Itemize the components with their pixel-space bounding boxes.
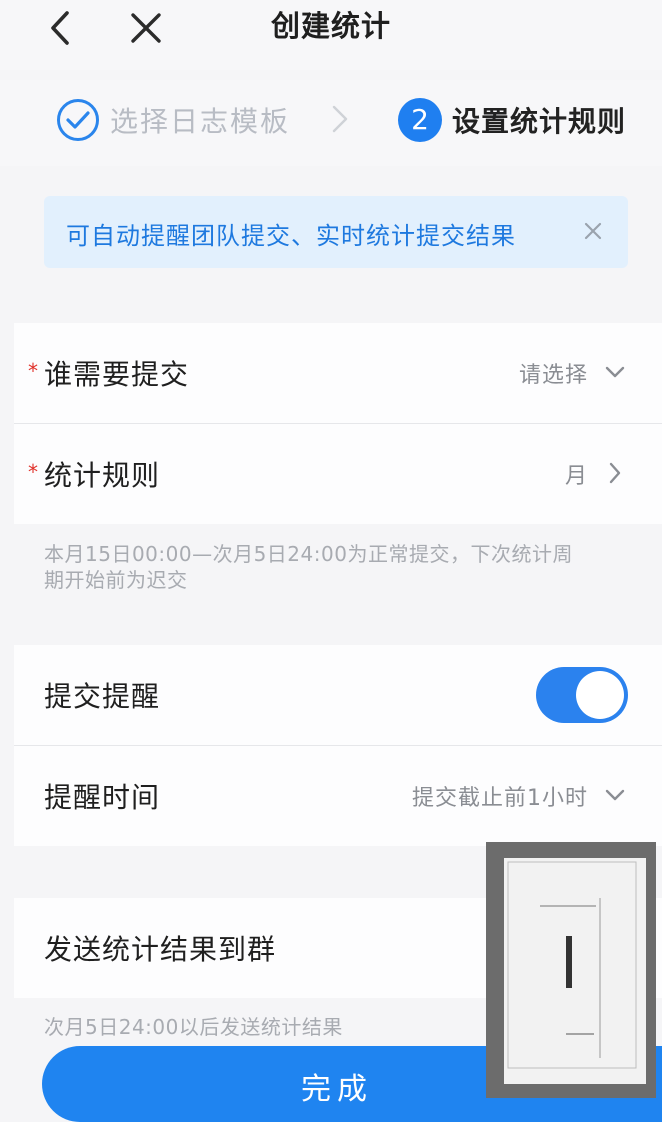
- reminder-toggle[interactable]: [536, 667, 628, 723]
- reminder-time-value: 提交截止前1小时: [412, 786, 588, 811]
- thumbnail-preview: [504, 858, 646, 1084]
- send-note: 次月5日24:00以后发送统计结果: [44, 1015, 343, 1039]
- who-submits-value: 请选择: [518, 363, 588, 388]
- banner-text: 可自动提醒团队提交、实时统计提交结果: [66, 222, 516, 250]
- step-indicator: 选择日志模板 2 设置统计规则: [0, 80, 662, 166]
- stat-rule-value: 月: [564, 464, 588, 489]
- stat-rule-row[interactable]: * 统计规则 月: [14, 424, 662, 524]
- chevron-down-icon: [602, 780, 628, 810]
- toggle-knob: [576, 671, 624, 719]
- stat-rule-label: 统计规则: [44, 459, 161, 492]
- reminder-row: 提交提醒: [14, 645, 662, 745]
- reminder-label: 提交提醒: [44, 680, 161, 713]
- reminder-time-label: 提醒时间: [44, 781, 161, 814]
- banner-close-icon[interactable]: [578, 216, 608, 246]
- send-to-group-label: 发送统计结果到群: [44, 933, 277, 966]
- chevron-down-icon: [602, 357, 628, 387]
- rule-note-line1: 本月15日00:00—次月5日24:00为正常提交，下次统计周: [44, 542, 573, 566]
- required-asterisk: *: [28, 460, 38, 484]
- reminder-time-row[interactable]: 提醒时间 提交截止前1小时: [14, 746, 662, 846]
- rule-note-line2: 期开始前为迟交: [44, 568, 188, 592]
- chevron-right-icon: [602, 458, 628, 488]
- page-title: 创建统计: [270, 9, 391, 43]
- floating-thumbnail[interactable]: [486, 842, 656, 1098]
- check-circle-icon: [56, 98, 100, 142]
- step2-label: 设置统计规则: [452, 105, 627, 138]
- chevron-right-icon: [328, 102, 352, 136]
- step2-number-badge: 2: [398, 98, 442, 142]
- required-asterisk: *: [28, 359, 38, 383]
- info-banner: 可自动提醒团队提交、实时统计提交结果: [44, 196, 628, 268]
- who-submits-label: 谁需要提交: [44, 358, 190, 391]
- header-bar: 创建统计: [0, 0, 662, 70]
- step1-label: 选择日志模板: [110, 105, 291, 138]
- who-submits-row[interactable]: * 谁需要提交 请选择: [14, 323, 662, 423]
